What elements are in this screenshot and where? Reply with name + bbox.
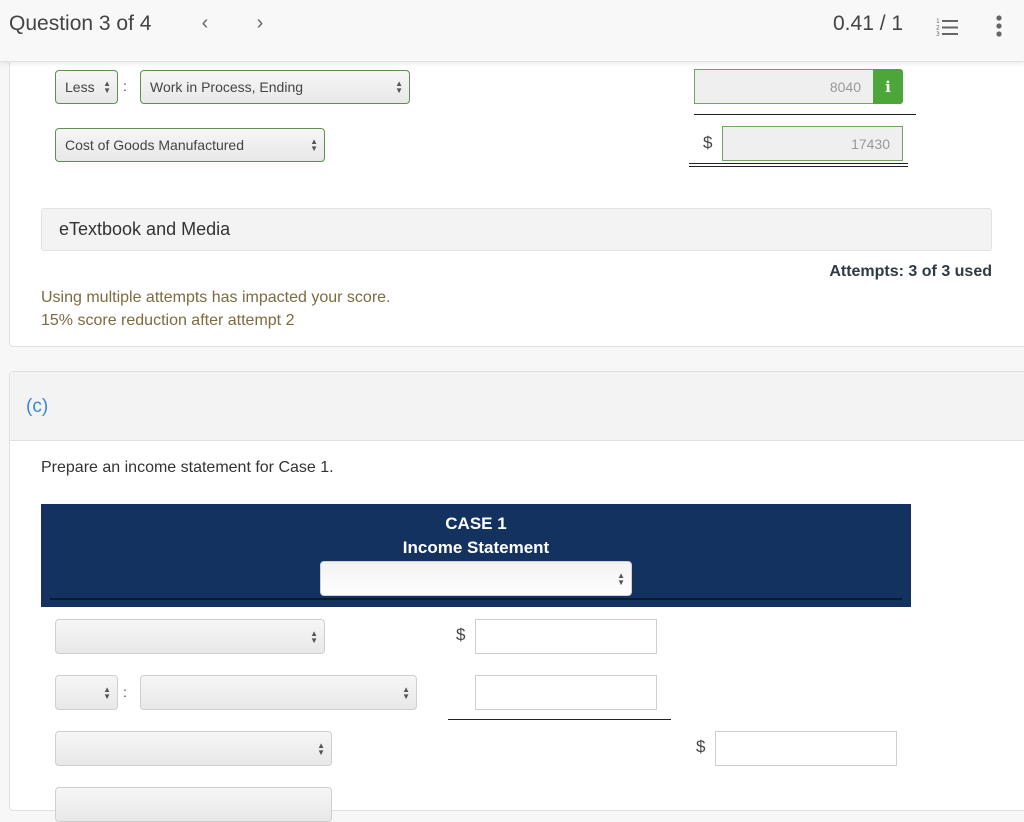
account-select-row-4[interactable] bbox=[55, 787, 332, 822]
chevron-left-icon: ‹ bbox=[202, 12, 209, 34]
select-arrows-icon: ▲▼ bbox=[402, 686, 410, 700]
currency-symbol: $ bbox=[456, 625, 465, 645]
question-topbar: Question 3 of 4 ‹ › 0.41 / 1 1 2 3 bbox=[0, 0, 1024, 62]
total-double-rule-top bbox=[689, 163, 908, 164]
chevron-right-icon: › bbox=[257, 12, 264, 34]
account-select-row-2[interactable]: ▲▼ bbox=[140, 675, 417, 710]
more-vertical-icon bbox=[990, 14, 1008, 38]
more-options-button[interactable] bbox=[990, 14, 1008, 38]
question-list-button[interactable]: 1 2 3 bbox=[936, 17, 960, 37]
numbered-list-icon: 1 2 3 bbox=[936, 17, 960, 37]
amount-input-wip-ending[interactable]: 8040 bbox=[694, 69, 874, 104]
attempt-penalty-warning: Using multiple attempts has impacted you… bbox=[41, 286, 390, 332]
separator-colon: : bbox=[123, 684, 127, 700]
etextbook-media-button[interactable]: eTextbook and Media bbox=[41, 208, 992, 251]
svg-text:3: 3 bbox=[936, 31, 940, 37]
subtotal-rule bbox=[694, 114, 916, 115]
info-icon: i bbox=[885, 78, 891, 96]
total-double-rule-bottom bbox=[689, 166, 908, 167]
select-arrows-icon: ▲▼ bbox=[310, 138, 318, 152]
question-counter: Question 3 of 4 bbox=[9, 12, 151, 36]
select-arrows-icon: ▲▼ bbox=[103, 80, 111, 94]
previous-question-button[interactable]: ‹ bbox=[195, 12, 215, 35]
subtotal-rule bbox=[448, 719, 671, 720]
part-label: (c) bbox=[26, 396, 48, 418]
operator-select-row-2[interactable]: ▲▼ bbox=[55, 675, 118, 710]
currency-symbol: $ bbox=[696, 737, 705, 757]
attempts-counter: Attempts: 3 of 3 used bbox=[829, 263, 992, 281]
header-rule bbox=[50, 598, 902, 600]
amount-input-row-2[interactable] bbox=[475, 675, 657, 710]
amount-input-row-1[interactable] bbox=[475, 619, 657, 654]
account-select-row-3[interactable]: ▲▼ bbox=[55, 731, 332, 766]
income-statement-header: CASE 1 Income Statement ▲▼ bbox=[41, 504, 911, 607]
next-question-button[interactable]: › bbox=[250, 12, 270, 35]
amount-input-row-3[interactable] bbox=[715, 731, 897, 766]
account-select-row-1[interactable]: ▲▼ bbox=[55, 619, 325, 654]
statement-case-title: CASE 1 bbox=[41, 514, 911, 534]
account-select-cogm[interactable]: Cost of Goods Manufactured ▲▼ bbox=[55, 128, 325, 162]
account-select-wip-ending[interactable]: Work in Process, Ending ▲▼ bbox=[140, 70, 410, 104]
score-display: 0.41 / 1 bbox=[833, 12, 903, 36]
select-arrows-icon: ▲▼ bbox=[103, 686, 111, 700]
part-c-header: (c) bbox=[10, 372, 1024, 441]
separator-colon: : bbox=[123, 78, 127, 94]
currency-symbol: $ bbox=[703, 133, 712, 153]
select-arrows-icon: ▲▼ bbox=[395, 80, 403, 94]
select-arrows-icon: ▲▼ bbox=[310, 630, 318, 644]
select-arrows-icon: ▲▼ bbox=[617, 572, 625, 586]
statement-period-select[interactable]: ▲▼ bbox=[320, 561, 632, 596]
operator-select[interactable]: Less ▲▼ bbox=[55, 70, 118, 104]
part-c-prompt: Prepare an income statement for Case 1. bbox=[41, 459, 334, 477]
statement-title: Income Statement bbox=[41, 538, 911, 558]
select-arrows-icon: ▲▼ bbox=[317, 742, 325, 756]
amount-input-cogm[interactable]: 17430 bbox=[722, 126, 903, 161]
info-button[interactable]: i bbox=[873, 69, 903, 104]
